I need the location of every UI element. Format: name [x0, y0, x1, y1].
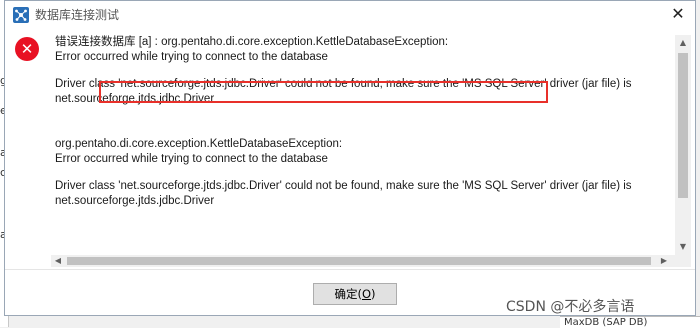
scrollbar-corner — [675, 255, 691, 267]
message-line: Error occurred while trying to connect t… — [55, 153, 328, 165]
message-line: Driver class 'net.sourceforge.jtds.jdbc.… — [55, 180, 632, 192]
error-icon-glyph: ✕ — [20, 40, 34, 58]
message-line: net.sourceforge.jtds.jdbc.Driver — [55, 195, 215, 207]
scroll-up-icon[interactable]: ▲ — [675, 35, 691, 51]
message-line: Error occurred while trying to connect t… — [55, 51, 328, 63]
horizontal-scrollbar[interactable]: ◀ ▶ — [51, 255, 675, 267]
ok-button-label: 确定( — [334, 287, 362, 301]
button-separator — [5, 269, 695, 270]
window-title: 数据库连接测试 — [35, 8, 120, 22]
error-icon: ✕ — [15, 37, 39, 61]
message-line: 错误连接数据库 [a] : org.pentaho.di.core.except… — [55, 36, 449, 48]
csdn-watermark: CSDN @不必多言语 — [506, 299, 635, 315]
background-db-type-label: MaxDB (SAP DB) — [560, 316, 700, 328]
close-button[interactable]: ✕ — [667, 3, 689, 25]
scroll-down-icon[interactable]: ▼ — [675, 239, 691, 255]
scroll-left-icon[interactable]: ◀ — [51, 255, 65, 267]
connection-test-dialog: 数据库连接测试 ✕ ✕ 错误连接数据库 [a] : org.pentaho.di… — [4, 0, 696, 316]
ok-button-accelerator: O — [361, 287, 372, 301]
message-line: org.pentaho.di.core.exception.KettleData… — [55, 138, 343, 150]
horizontal-scroll-thumb[interactable] — [67, 257, 651, 265]
error-message-area[interactable]: 错误连接数据库 [a] : org.pentaho.di.core.except… — [55, 35, 673, 265]
close-icon: ✕ — [671, 4, 685, 23]
message-line: net.sourceforge.jtds.jdbc.Driver — [55, 93, 215, 105]
vertical-scrollbar[interactable]: ▲ ▼ — [675, 35, 691, 255]
scroll-right-icon[interactable]: ▶ — [657, 255, 671, 267]
ok-button-label-end: ) — [371, 287, 376, 301]
vertical-scroll-thumb[interactable] — [678, 53, 688, 198]
app-network-icon — [13, 7, 29, 23]
message-line: Driver class 'net.sourceforge.jtds.jdbc.… — [55, 78, 632, 90]
ok-button[interactable]: 确定(O) — [313, 283, 397, 305]
title-bar[interactable]: 数据库连接测试 ✕ — [5, 1, 695, 29]
